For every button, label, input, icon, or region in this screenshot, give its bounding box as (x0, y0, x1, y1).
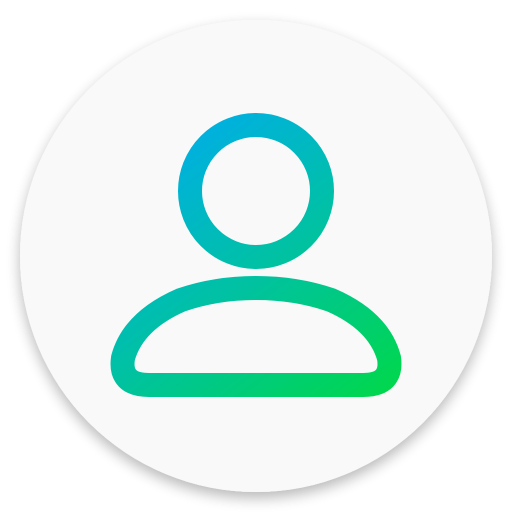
app-icon-canvas (0, 0, 512, 512)
user-profile-icon (20, 20, 492, 492)
